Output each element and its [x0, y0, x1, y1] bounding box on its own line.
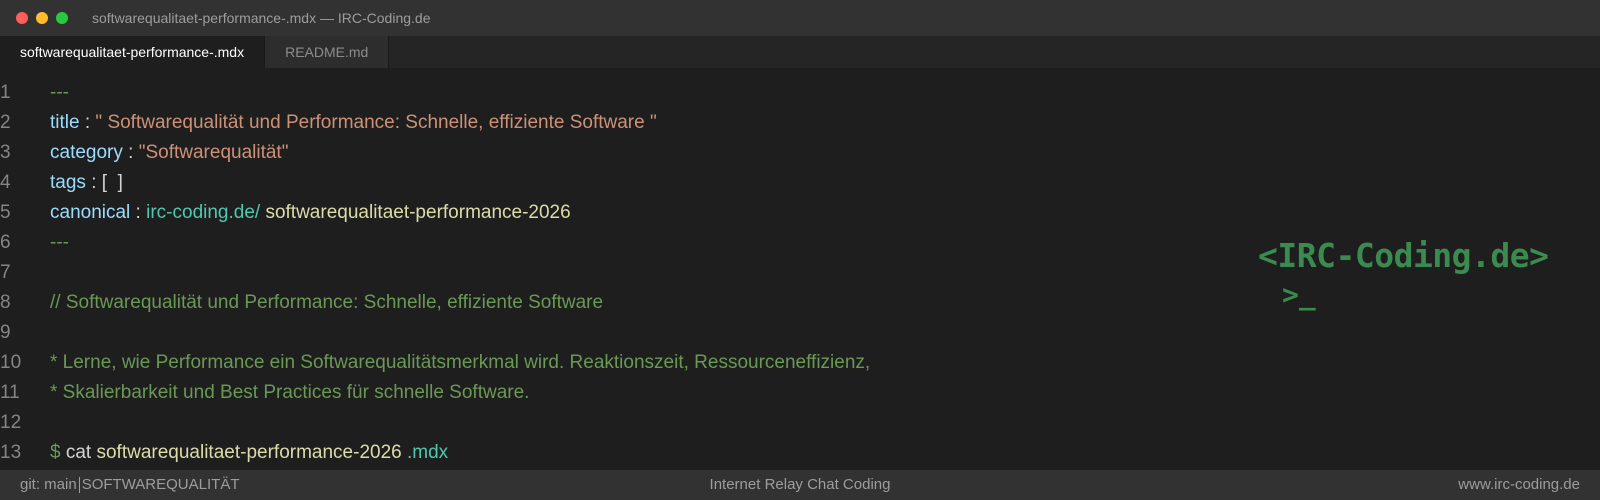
- status-category: SOFTWAREQUALITÄT: [81, 476, 240, 493]
- status-center-text: Internet Relay Chat Coding: [709, 476, 891, 493]
- frontmatter-colon: :: [122, 142, 139, 163]
- canonical-slug: softwarequalitaet-performance-2026: [260, 202, 571, 223]
- minimize-window-button[interactable]: [36, 12, 48, 24]
- code-line: 6 ---: [0, 228, 1200, 258]
- shell-extension: .mdx: [401, 442, 449, 463]
- status-bar: git: main SOFTWAREQUALITÄT Internet Rela…: [0, 470, 1600, 500]
- canonical-domain: irc-coding.de/: [146, 202, 261, 223]
- code-line: 7: [0, 258, 1200, 288]
- line-number: 3: [0, 142, 11, 163]
- code-line: 3 category : "Softwarequalität": [0, 138, 1200, 168]
- window-title: softwarequalitaet-performance-.mdx — IRC…: [92, 10, 431, 26]
- line-number: 5: [0, 202, 11, 223]
- frontmatter-colon: :: [130, 202, 147, 223]
- irc-coding-logo: <IRC-Coding.de>: [1258, 236, 1549, 275]
- frontmatter-key: canonical: [50, 202, 131, 223]
- description-text: * Skalierbarkeit und Best Practices für …: [50, 382, 530, 403]
- frontmatter-value: "Softwarequalität": [138, 142, 289, 163]
- line-number: 10: [0, 352, 22, 373]
- close-window-button[interactable]: [16, 12, 28, 24]
- line-number: 12: [0, 412, 22, 433]
- line-number: 2: [0, 112, 11, 133]
- code-line: 11 * Skalierbarkeit und Best Practices f…: [0, 378, 1200, 408]
- tab-readme[interactable]: README.md: [265, 36, 390, 68]
- frontmatter-colon: :: [85, 172, 102, 193]
- frontmatter-delimiter: ---: [50, 82, 69, 103]
- title-bar: softwarequalitaet-performance-.mdx — IRC…: [0, 0, 1600, 36]
- editor-window: softwarequalitaet-performance-.mdx — IRC…: [0, 0, 1600, 500]
- code-line: 10 * Lerne, wie Performance ein Software…: [0, 348, 1200, 378]
- frontmatter-value: " Softwarequalität und Performance: Schn…: [95, 112, 657, 133]
- frontmatter-key: tags: [50, 172, 86, 193]
- maximize-window-button[interactable]: [56, 12, 68, 24]
- line-number: 6: [0, 232, 11, 253]
- shell-filename: softwarequalitaet-performance-2026: [96, 442, 402, 463]
- line-number: 13: [0, 442, 22, 463]
- code-line: 12: [0, 408, 1200, 438]
- frontmatter-delimiter: ---: [50, 232, 69, 253]
- description-text: * Lerne, wie Performance ein Softwarequa…: [50, 352, 871, 373]
- line-number: 4: [0, 172, 11, 193]
- git-branch[interactable]: git: main: [20, 476, 77, 493]
- frontmatter-key: title: [50, 112, 80, 133]
- code-line: 13 $ cat softwarequalitaet-performance-2…: [0, 438, 1200, 468]
- frontmatter-value: [ ]: [101, 172, 123, 193]
- line-number: 11: [0, 382, 20, 403]
- line-number: 8: [0, 292, 11, 313]
- shell-prompt: $: [50, 442, 61, 463]
- code-line: 9: [0, 318, 1200, 348]
- code-line: 8 // Softwarequalität und Performance: S…: [0, 288, 1200, 318]
- code-line: 4 tags : [ ]: [0, 168, 1200, 198]
- tab-softwarequalitaet-performance[interactable]: softwarequalitaet-performance-.mdx: [0, 36, 266, 68]
- status-separator: [78, 476, 80, 493]
- code-line: 2 title : " Softwarequalität und Perform…: [0, 108, 1200, 138]
- code-comment: // Softwarequalität und Performance: Sch…: [50, 292, 604, 313]
- shell-command: cat: [60, 442, 97, 463]
- tab-bar: softwarequalitaet-performance-.mdx READM…: [0, 36, 1600, 68]
- status-website[interactable]: www.irc-coding.de: [1458, 476, 1580, 493]
- status-left: git: main SOFTWAREQUALITÄT: [20, 476, 240, 493]
- frontmatter-colon: :: [79, 112, 96, 133]
- line-number: 9: [0, 322, 11, 343]
- line-number: 7: [0, 262, 11, 283]
- window-controls: [16, 12, 68, 24]
- line-number: 1: [0, 82, 11, 103]
- code-line: 5 canonical : irc-coding.de/ softwarequa…: [0, 198, 1200, 228]
- code-line: 1 ---: [0, 78, 1200, 108]
- terminal-prompt-icon: >_: [1282, 278, 1316, 311]
- frontmatter-key: category: [50, 142, 123, 163]
